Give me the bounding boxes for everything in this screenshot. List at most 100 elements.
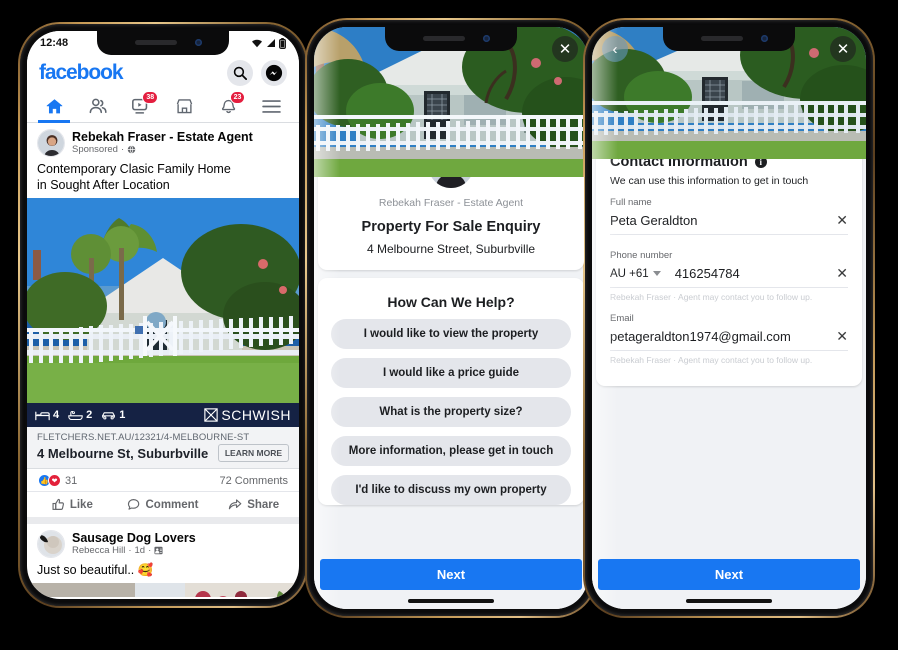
spec-bath: 2 (68, 409, 92, 421)
phone-number-input[interactable]: 416254784 (675, 266, 827, 281)
brand-logo: SCHWISH (204, 407, 291, 423)
field-full-name: Full name Peta Geraldton ✕ (596, 197, 862, 250)
full-name-input[interactable]: Peta Geraldton (610, 213, 826, 228)
notifications-badge: 23 (229, 91, 246, 104)
notch (97, 31, 229, 55)
close-icon[interactable]: ✕ (552, 36, 578, 62)
post-author[interactable]: Rebekah Fraser - Estate Agent (72, 130, 253, 145)
sidebar-item-home[interactable] (36, 90, 72, 123)
earpiece-speaker (701, 36, 743, 41)
group-name[interactable]: Sausage Dog Lovers (72, 531, 196, 546)
reaction-counts[interactable]: 👍 ❤ 31 (38, 474, 77, 487)
next-bar: Next (314, 559, 588, 590)
section-title-text: Contact Information (610, 159, 748, 170)
avatar (425, 177, 477, 191)
front-camera (761, 35, 768, 42)
link-preview[interactable]: FLETCHERS.NET.AU/12321/4-MELBOURNE-ST 4 … (27, 427, 299, 469)
learn-more-button[interactable]: LEARN MORE (217, 444, 289, 462)
back-icon[interactable]: ‹ (602, 36, 628, 62)
sidebar-item-friends[interactable] (80, 90, 116, 122)
link-title: 4 Melbourne St, Suburbville (37, 445, 209, 461)
close-icon[interactable]: ✕ (830, 36, 856, 62)
post-body-line1: Contemporary Clasic Family Home (37, 162, 231, 176)
phone-number-label: Phone number (610, 250, 673, 261)
menu-button[interactable] (254, 90, 290, 122)
earpiece-speaker (135, 40, 177, 45)
clear-icon[interactable]: ✕ (832, 212, 848, 229)
like-label: Like (69, 498, 93, 511)
phone-lead-form-step1: ✕ Rebekah Fraser - Estate Agent Property… (305, 18, 597, 618)
facebook-header-actions (227, 60, 287, 86)
sidebar-item-marketplace[interactable] (167, 90, 203, 122)
next-post-subline: Rebecca Hill · 1d · (72, 545, 196, 556)
sidebar-item-notifications[interactable]: 23 (210, 90, 246, 122)
spec-car-value: 1 (119, 409, 126, 421)
clear-icon[interactable]: ✕ (832, 328, 848, 345)
sponsored-label: Sponsored (72, 144, 118, 156)
globe-icon (127, 145, 136, 154)
option-view-property[interactable]: I would like to view the property (331, 319, 571, 349)
friends-icon (154, 547, 163, 555)
help-card: How Can We Help? I would like to view th… (318, 278, 584, 505)
notch (663, 27, 795, 51)
facebook-header: facebook (27, 55, 299, 90)
comment-label: Comment (145, 498, 199, 511)
phone2-screen: ✕ Rebekah Fraser - Estate Agent Property… (314, 27, 588, 609)
messenger-icon[interactable] (261, 60, 287, 86)
next-post-photo[interactable] (27, 583, 299, 597)
schwish-mark (204, 408, 219, 422)
comment-button[interactable]: Comment (118, 492, 209, 517)
home-indicator (408, 599, 494, 603)
love-reaction-icon: ❤ (48, 474, 61, 487)
comment-count[interactable]: 72 Comments (220, 475, 288, 487)
marketplace-icon (177, 98, 193, 113)
share-icon (229, 499, 242, 510)
field-email: Email petageraldton1974@gmail.com ✕ Rebe… (596, 313, 862, 376)
avatar[interactable] (37, 530, 65, 558)
facebook-logo[interactable]: facebook (39, 61, 124, 85)
next-button[interactable]: Next (320, 559, 582, 590)
help-title: How Can We Help? (387, 294, 515, 310)
country-code-select[interactable]: AU +61 (610, 268, 669, 280)
next-post-meta: Sausage Dog Lovers Rebecca Hill · 1d · (72, 531, 196, 557)
post-actions: Like Comment Share (27, 491, 299, 524)
full-name-hint (610, 235, 848, 250)
full-name-row[interactable]: Peta Geraldton ✕ (610, 209, 848, 235)
dot-separator-2: · (148, 545, 152, 557)
contact-header: Contact Information i We can use this in… (596, 159, 862, 197)
dot-separator: · (120, 144, 125, 156)
front-camera (195, 39, 202, 46)
country-code-value: AU +61 (610, 267, 649, 280)
specs-list: 4 2 1 (35, 409, 125, 421)
contact-information-card: Contact Information i We can use this in… (596, 159, 862, 386)
like-button[interactable]: Like (27, 492, 118, 517)
email-row[interactable]: petageraldton1974@gmail.com ✕ (610, 325, 848, 351)
comment-icon (128, 499, 140, 510)
field-phone-number: Phone number AU +61 416254784 ✕ Rebekah … (596, 250, 862, 313)
property-photo[interactable] (27, 198, 299, 403)
section-subtitle: We can use this information to get in to… (610, 175, 809, 187)
option-more-information[interactable]: More information, please get in touch (331, 436, 571, 466)
post-body: Contemporary Clasic Family Home in Sough… (27, 159, 299, 198)
contact-form-body: Contact Information i We can use this in… (592, 159, 866, 609)
agent-intro-card: Rebekah Fraser - Estate Agent Property F… (318, 177, 584, 270)
option-property-size[interactable]: What is the property size? (331, 397, 571, 427)
friends-icon (89, 98, 107, 114)
option-price-guide[interactable]: I would like a price guide (331, 358, 571, 388)
sponsored-post: Rebekah Fraser - Estate Agent Sponsored … (27, 123, 299, 524)
next-post: Sausage Dog Lovers Rebecca Hill · 1d · J… (27, 524, 299, 597)
earpiece-speaker (423, 36, 465, 41)
clear-icon[interactable]: ✕ (832, 265, 848, 282)
search-icon[interactable] (227, 60, 253, 86)
phone-number-row[interactable]: AU +61 416254784 ✕ (610, 262, 848, 288)
spec-car: 1 (101, 409, 125, 421)
email-field[interactable]: petageraldton1974@gmail.com (610, 329, 826, 344)
info-icon[interactable]: i (754, 159, 767, 168)
status-time: 12:48 (40, 37, 69, 49)
share-button[interactable]: Share (208, 492, 299, 517)
home-icon (46, 98, 62, 113)
avatar[interactable] (37, 129, 65, 157)
next-button[interactable]: Next (598, 559, 860, 590)
sidebar-item-watch[interactable]: 38 (123, 90, 159, 122)
option-own-property[interactable]: I'd like to discuss my own property (331, 475, 571, 505)
